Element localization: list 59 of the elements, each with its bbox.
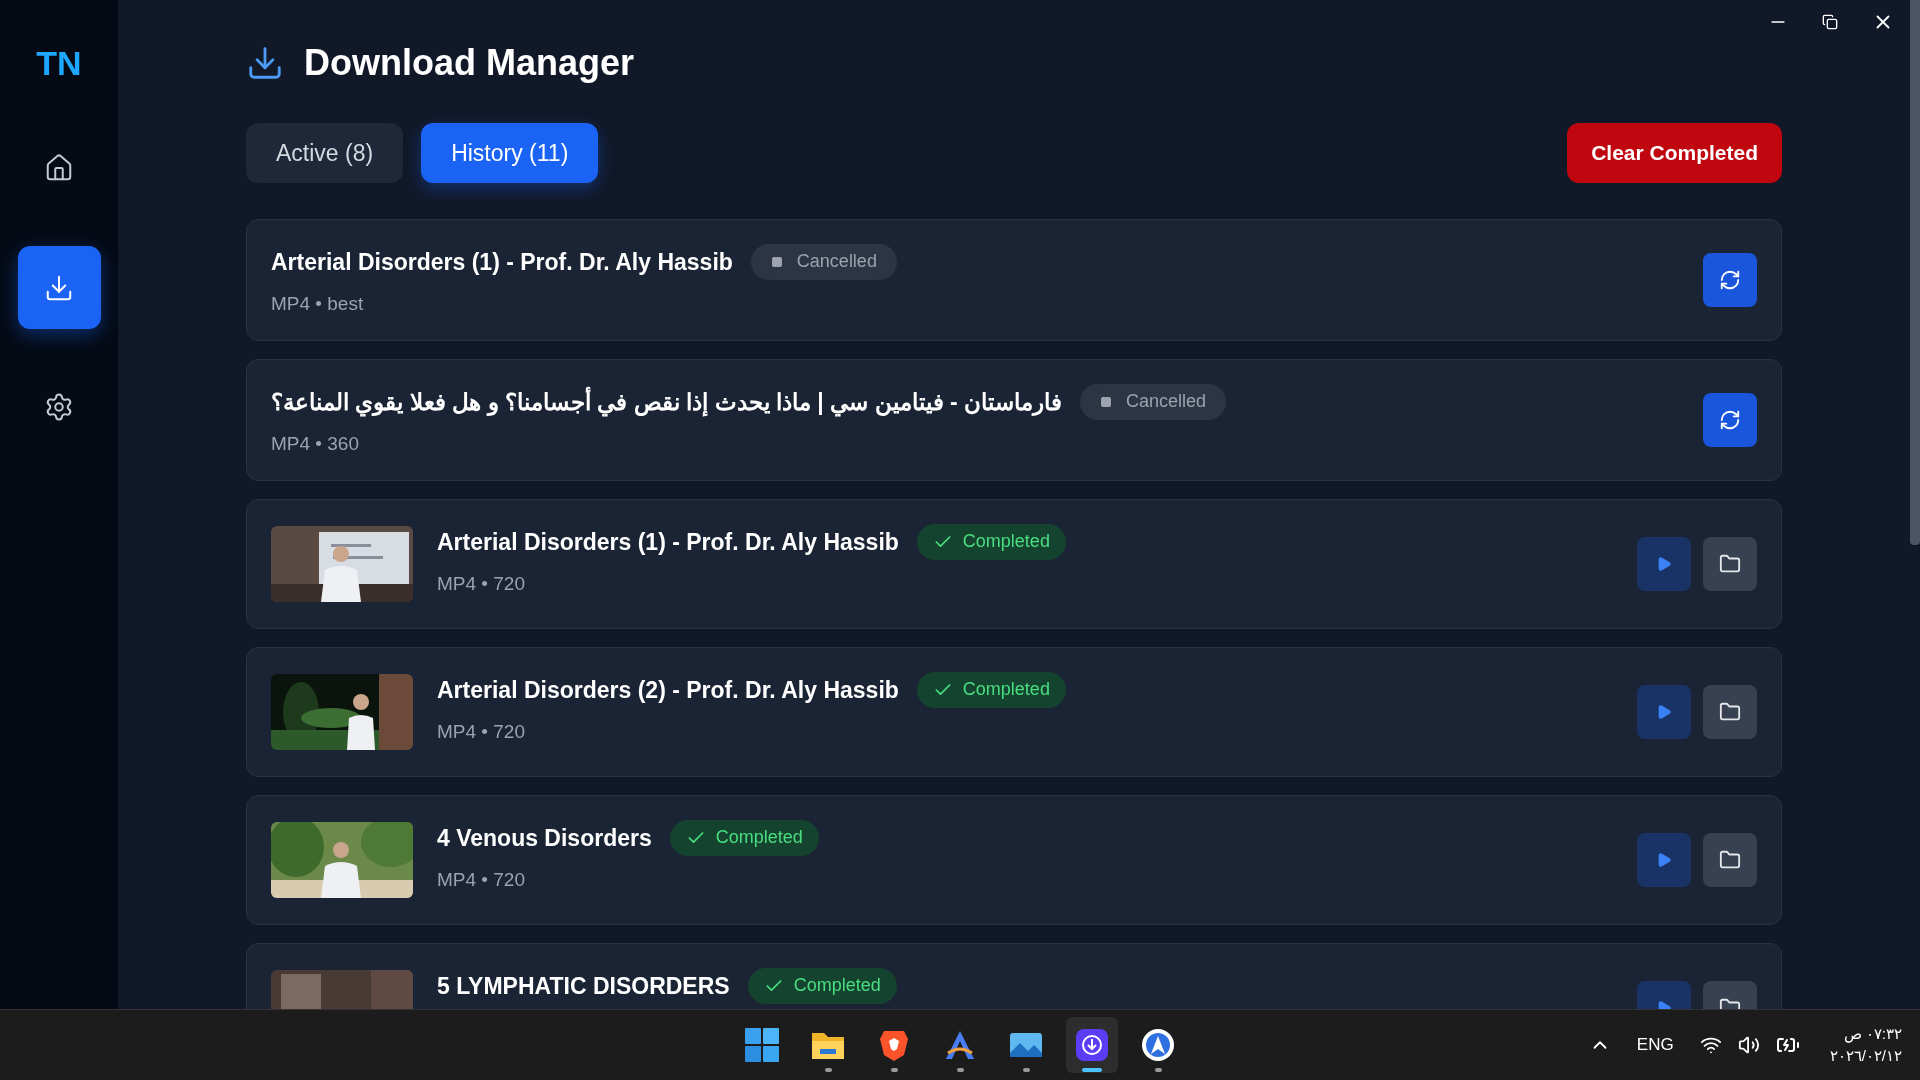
cancelled-badge: Cancelled [1079,383,1226,420]
running-indicator [1082,1068,1102,1072]
tab[interactable]: History (11) [421,122,599,183]
play-icon [1656,851,1672,868]
clock-date[interactable]: ٢٠٢٦/٠٢/١٢ [1829,1045,1902,1067]
scrollbar[interactable] [1910,0,1920,545]
download-app-icon [1074,1027,1110,1063]
download-title: فارماستان - فيتامين سي | ماذا يحدث إذا نقص في أجسامنا؟ و هل فعلا يقوي المناعة؟ [271,385,1062,419]
page-title: Download Manager [304,41,635,86]
completed-badge: Completed [916,671,1066,708]
tab[interactable]: Active (8) [246,122,404,183]
cancelled-badge: Cancelled [750,243,897,280]
retry-button[interactable] [1703,392,1757,447]
download-title: Arterial Disorders (1) - Prof. Dr. Aly Hassib [437,527,899,557]
clear-completed-button[interactable]: Clear Completed [1567,122,1782,183]
refresh-icon [1719,268,1741,291]
download-title: 4 Venous Disorders [437,823,652,853]
open-folder-button[interactable] [1703,832,1757,887]
running-indicator [956,1068,964,1072]
folder-icon [1719,848,1741,871]
download-meta: MP4 • best [271,291,365,316]
retry-button[interactable] [1703,252,1757,307]
play-button[interactable] [1637,536,1691,591]
folder-icon [1719,700,1741,723]
clock-time[interactable]: ٠٧:٣٢ ص [1843,1023,1902,1045]
download-title: Arterial Disorders (1) - Prof. Dr. Aly Hassib [271,247,733,277]
windows-icon [744,1027,780,1063]
nav-button[interactable] [17,246,101,329]
running-indicator [1022,1068,1030,1072]
volume-icon[interactable] [1737,1034,1760,1056]
running-indicator [824,1068,832,1072]
app-logo: TN [36,46,82,80]
completed-badge: Completed [747,967,897,1004]
open-folder-button[interactable] [1703,684,1757,739]
completed-badge: Completed [916,523,1066,560]
play-icon [1656,703,1672,720]
home-icon [44,153,74,183]
running-indicator [1154,1068,1162,1072]
folder-icon [1719,552,1741,575]
stop-icon [770,255,783,268]
completed-badge: Completed [669,819,819,856]
download-title: 5 LYMPHATIC DISORDERS [437,971,730,1001]
stop-icon [1099,395,1112,408]
refresh-icon [1719,408,1741,431]
download-meta: MP4 • 720 [437,867,526,892]
language-indicator[interactable]: ENG [1626,1032,1684,1058]
download-meta: MP4 • 720 [437,571,526,596]
play-icon [1656,555,1672,572]
taskbar-app[interactable] [1066,1017,1118,1073]
running-indicator [890,1068,898,1072]
settings-icon [44,392,74,422]
download-meta: MP4 • 720 [437,719,526,744]
open-folder-button[interactable] [1703,536,1757,591]
play-button[interactable] [1637,684,1691,739]
download-title: Arterial Disorders (2) - Prof. Dr. Aly Hassib [437,675,899,705]
play-button[interactable] [1637,832,1691,887]
restore-icon[interactable] [1822,14,1838,30]
download-meta: MP4 • 360 [271,431,360,456]
compass-icon [1140,1027,1176,1063]
